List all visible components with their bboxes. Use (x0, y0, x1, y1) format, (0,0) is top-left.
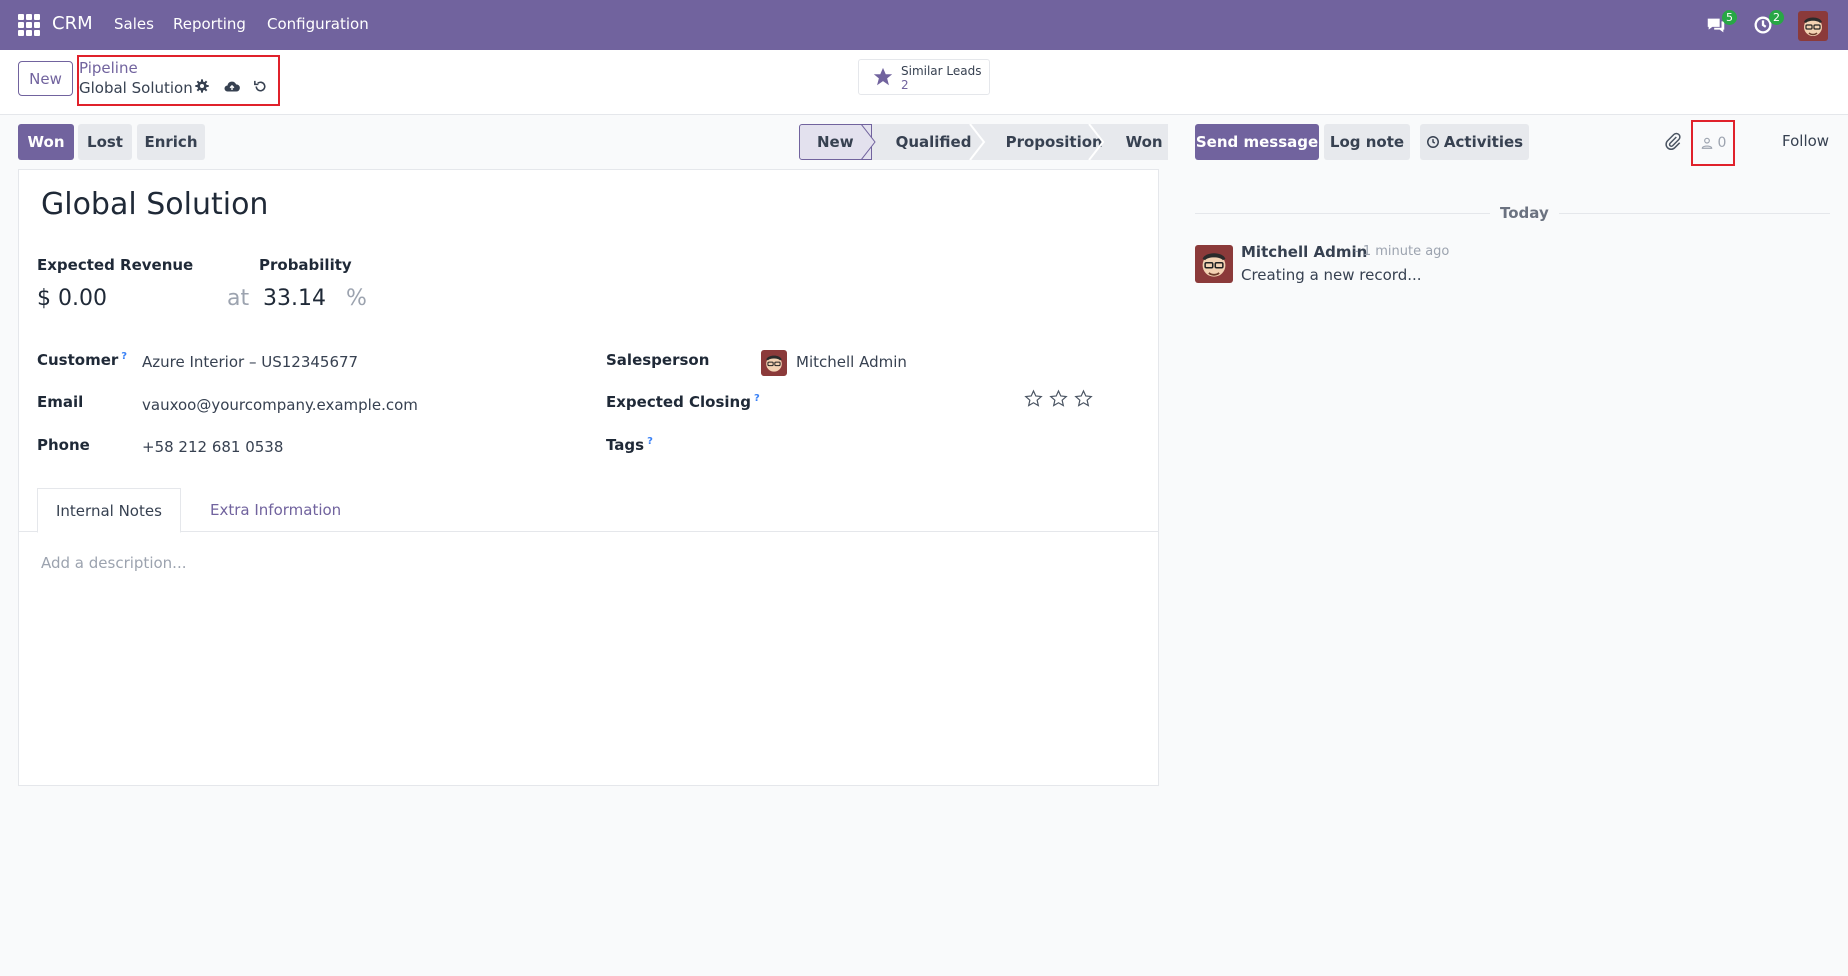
app-brand[interactable]: CRM (52, 13, 93, 34)
customer-help-icon[interactable]: ? (121, 351, 127, 362)
message-author[interactable]: Mitchell Admin (1241, 243, 1367, 261)
percent-sign: % (346, 286, 367, 311)
tags-help-icon[interactable]: ? (647, 436, 653, 447)
phone-field[interactable]: +58 212 681 0538 (142, 438, 283, 456)
email-label: Email (37, 393, 84, 411)
message-timestamp: - 1 minute ago (1354, 244, 1450, 259)
date-separator-label: Today (1490, 204, 1559, 222)
messages-badge: 5 (1722, 10, 1737, 25)
enrich-button[interactable]: Enrich (137, 124, 205, 160)
apps-menu-icon[interactable] (18, 14, 40, 36)
salesperson-field[interactable]: Mitchell Admin (796, 353, 907, 371)
new-record-button[interactable]: New (18, 61, 73, 96)
send-message-button[interactable]: Send message (1195, 124, 1319, 160)
priority-star-icon-1[interactable] (1024, 389, 1043, 408)
priority-stars (1024, 389, 1093, 408)
control-panel: New Pipeline Global Solution Similar Lea… (0, 50, 1848, 115)
similar-leads-button[interactable]: Similar Leads 2 (858, 59, 990, 95)
gear-icon[interactable] (194, 78, 212, 96)
activities-button[interactable]: Activities (1420, 124, 1529, 160)
menu-reporting[interactable]: Reporting (173, 15, 246, 33)
breadcrumb-pipeline-link[interactable]: Pipeline (79, 59, 138, 77)
probability-label: Probability (259, 256, 352, 274)
expected-revenue-label: Expected Revenue (37, 256, 194, 274)
tags-label: Tags? (606, 436, 653, 454)
user-icon (1701, 137, 1712, 149)
stage-arrows (861, 124, 1105, 160)
similar-leads-label: Similar Leads (901, 64, 982, 78)
expected-revenue-field[interactable]: $ 0.00 (37, 286, 107, 311)
paperclip-icon[interactable] (1663, 131, 1683, 153)
user-avatar[interactable] (1798, 11, 1828, 41)
discard-undo-icon[interactable] (252, 78, 270, 96)
at-separator: at (227, 286, 250, 311)
followers-button[interactable]: 0 (1691, 120, 1735, 166)
email-field[interactable]: vauxoo@yourcompany.example.com (142, 396, 418, 414)
message-author-avatar[interactable] (1195, 245, 1233, 283)
phone-label: Phone (37, 436, 90, 454)
form-sheet: Global Solution Expected Revenue $ 0.00 … (18, 169, 1159, 786)
description-editor[interactable]: Add a description... (41, 554, 186, 572)
priority-star-icon-3[interactable] (1074, 389, 1093, 408)
clock-icon (1426, 136, 1439, 148)
breadcrumb: Pipeline Global Solution (77, 55, 280, 106)
breadcrumb-current-record: Global Solution (79, 79, 193, 97)
followers-count: 0 (1717, 135, 1727, 151)
salesperson-label: Salesperson (606, 351, 710, 369)
follow-button[interactable]: Follow (1782, 132, 1829, 150)
messages-icon[interactable]: 5 (1705, 10, 1737, 36)
lost-button[interactable]: Lost (78, 124, 132, 160)
tab-extra-information[interactable]: Extra Information (192, 488, 359, 532)
priority-star-icon-2[interactable] (1049, 389, 1068, 408)
similar-leads-count: 2 (901, 78, 909, 92)
probability-field[interactable]: 33.14 (263, 286, 326, 311)
message-body: Creating a new record... (1241, 266, 1422, 284)
lead-title-field[interactable]: Global Solution (41, 187, 268, 222)
top-navbar: CRM Sales Reporting Configuration 5 2 (0, 0, 1848, 50)
log-note-button[interactable]: Log note (1324, 124, 1410, 160)
expected-closing-help-icon[interactable]: ? (754, 393, 760, 404)
menu-sales[interactable]: Sales (114, 15, 154, 33)
salesperson-avatar (761, 350, 787, 376)
tab-internal-notes[interactable]: Internal Notes (37, 488, 181, 533)
customer-label: Customer? (37, 351, 128, 369)
menu-configuration[interactable]: Configuration (267, 15, 369, 33)
notebook-tabs: Internal Notes Extra Information (19, 488, 1158, 533)
customer-field[interactable]: Azure Interior – US12345677 (142, 353, 358, 371)
activities-clock-icon[interactable]: 2 (1752, 10, 1784, 36)
activities-button-label: Activities (1443, 133, 1524, 151)
expected-closing-label: Expected Closing? (606, 393, 760, 411)
cloud-upload-icon[interactable] (223, 78, 241, 96)
star-icon (871, 66, 895, 88)
activities-badge: 2 (1769, 10, 1784, 25)
won-button[interactable]: Won (18, 124, 74, 160)
